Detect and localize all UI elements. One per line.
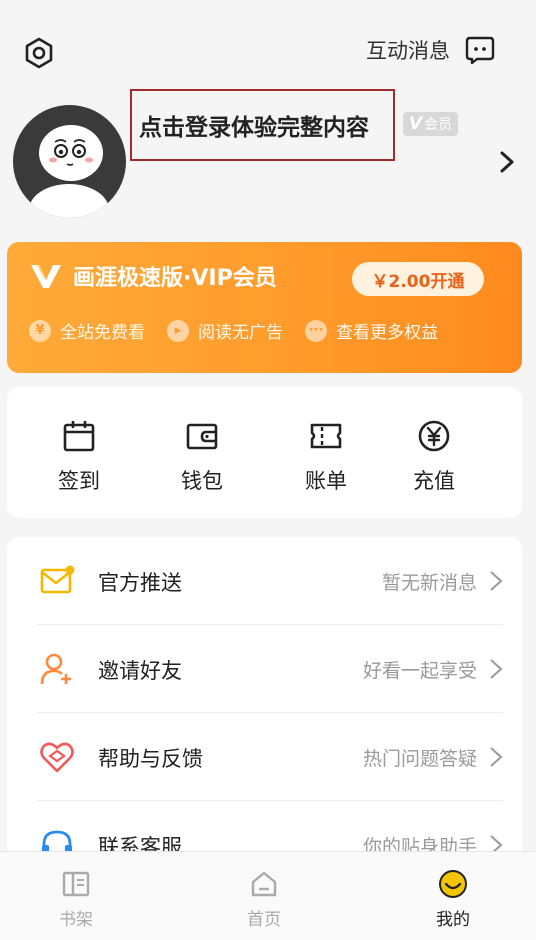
vip-card-title: 画涯极速版·VIP会员	[29, 260, 277, 292]
benefit-no-ads[interactable]: ▸ 阅读无广告	[167, 318, 283, 343]
bookshelf-icon	[62, 871, 90, 897]
vip-benefits: ¥ 全站免费看 ▸ 阅读无广告 ··· 查看更多权益	[29, 318, 438, 343]
vip-membership-card[interactable]: 画涯极速版·VIP会员 ￥2.00开通 ¥ 全站免费看 ▸ 阅读无广告 ··· …	[7, 242, 522, 373]
free-icon: ¥	[29, 319, 51, 342]
menu-item-official-push[interactable]: 官方推送 暂无新消息	[37, 537, 503, 625]
vip-v-logo-icon	[31, 264, 61, 288]
quick-actions-panel: 签到 钱包 账单 充值	[7, 387, 522, 518]
tab-label: 首页	[247, 910, 281, 930]
messages-label: 互动消息	[366, 39, 450, 63]
chat-bubble-icon	[465, 36, 495, 65]
quick-action-label: 账单	[305, 469, 347, 493]
yen-coin-icon	[418, 420, 450, 452]
benefit-more[interactable]: ··· 查看更多权益	[305, 318, 438, 343]
recharge-button[interactable]: 充值	[394, 419, 474, 495]
invite-user-icon	[40, 653, 71, 685]
mail-icon	[40, 565, 75, 594]
home-icon	[251, 871, 277, 897]
vip-title-text: 画涯极速版·VIP会员	[73, 266, 277, 291]
bottom-tab-bar: 书架 首页 我的	[0, 851, 536, 940]
login-prompt[interactable]: 点击登录体验完整内容	[139, 108, 369, 142]
menu-item-label: 帮助与反馈	[98, 747, 203, 771]
chevron-right-icon	[490, 571, 503, 591]
quick-action-label: 钱包	[181, 469, 223, 493]
interactive-messages-button[interactable]: 互动消息	[366, 34, 496, 66]
cartoon-avatar-icon	[29, 125, 109, 218]
menu-list: 官方推送 暂无新消息 邀请好友 好看一起享受 帮助与反馈 热门问题答疑 联系客服…	[7, 537, 522, 867]
wallet-icon	[186, 423, 218, 450]
quick-action-label: 充值	[413, 469, 455, 493]
menu-item-label: 官方推送	[98, 571, 182, 595]
more-icon: ···	[305, 319, 327, 342]
menu-item-label: 邀请好友	[98, 659, 182, 683]
tab-mine[interactable]: 我的	[413, 869, 493, 930]
chevron-right-icon	[490, 659, 503, 679]
settings-hexagon-icon[interactable]	[22, 36, 56, 70]
vip-badge-text: 会员	[424, 117, 453, 133]
benefit-free-reading[interactable]: ¥ 全站免费看	[29, 318, 145, 343]
calendar-icon	[63, 421, 95, 452]
tab-home[interactable]: 首页	[224, 869, 304, 930]
bills-button[interactable]: 账单	[286, 419, 366, 495]
open-vip-button[interactable]: ￥2.00开通	[352, 262, 484, 296]
check-in-button[interactable]: 签到	[39, 419, 119, 495]
tab-label: 书架	[59, 910, 93, 930]
heart-help-icon	[40, 742, 74, 773]
wallet-button[interactable]: 钱包	[162, 419, 242, 495]
vip-badge-letter: V	[409, 114, 423, 134]
ticket-icon	[310, 423, 342, 449]
benefit-label: 全站免费看	[60, 323, 145, 343]
menu-item-hint: 好看一起享受	[362, 660, 477, 682]
benefit-label: 阅读无广告	[198, 323, 283, 343]
avatar[interactable]	[13, 105, 126, 218]
menu-item-hint: 热门问题答疑	[362, 748, 477, 770]
menu-item-help-feedback[interactable]: 帮助与反馈 热门问题答疑	[37, 713, 503, 801]
profile-section[interactable]: 点击登录体验完整内容 V 会员	[0, 89, 536, 225]
tab-label: 我的	[436, 910, 470, 930]
top-bar: 互动消息	[0, 0, 536, 100]
menu-item-hint: 暂无新消息	[381, 572, 477, 594]
vip-member-badge: V 会员	[403, 112, 459, 136]
quick-action-label: 签到	[58, 469, 100, 493]
no-ads-icon: ▸	[167, 319, 189, 342]
chevron-right-icon	[490, 747, 503, 767]
chevron-right-icon[interactable]	[498, 150, 516, 174]
benefit-label: 查看更多权益	[336, 323, 438, 343]
smiley-icon	[439, 870, 467, 898]
tab-bookshelf[interactable]: 书架	[36, 869, 116, 930]
menu-item-invite-friends[interactable]: 邀请好友 好看一起享受	[37, 625, 503, 713]
